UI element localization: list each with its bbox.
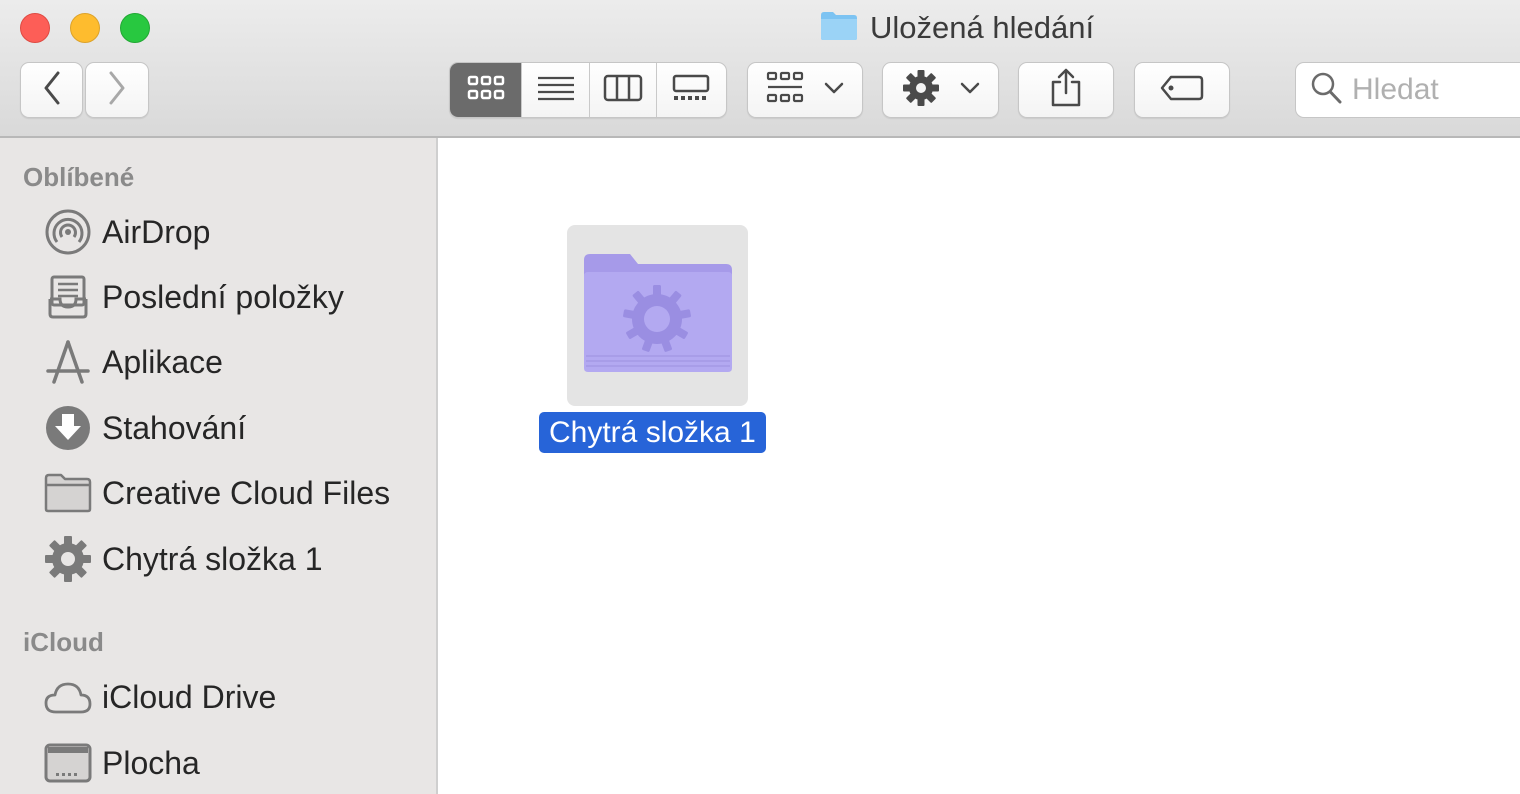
sidebar-item-downloads[interactable]: Stahování — [44, 402, 246, 454]
chevron-left-icon — [42, 71, 62, 110]
sidebar-item-airdrop[interactable]: AirDrop — [44, 206, 210, 258]
forward-button[interactable] — [85, 62, 149, 118]
file-item-label-selected[interactable]: Chytrá složka 1 — [539, 412, 766, 453]
folder-icon — [44, 469, 92, 517]
search-input[interactable] — [1352, 73, 1512, 107]
window-title-area: Uložená hledání — [820, 8, 1094, 48]
close-window-button[interactable] — [20, 13, 50, 43]
gear-icon — [44, 535, 92, 583]
list-view-button[interactable] — [522, 63, 590, 117]
smart-folder-icon — [582, 252, 734, 379]
gallery-icon — [671, 74, 711, 107]
search-field[interactable] — [1295, 62, 1520, 118]
share-button[interactable] — [1018, 62, 1114, 118]
zoom-window-button[interactable] — [120, 13, 150, 43]
sidebar-item-label: Stahování — [102, 409, 247, 446]
sidebar-item-label: Chytrá složka 1 — [102, 540, 323, 577]
applications-icon — [44, 338, 92, 386]
sidebar-item-recents[interactable]: Poslední položky — [44, 271, 344, 323]
group-button[interactable] — [747, 62, 863, 118]
sidebar-item-smart-folder[interactable]: Chytrá složka 1 — [44, 533, 323, 585]
sidebar-item-label: iCloud Drive — [102, 678, 277, 715]
back-button[interactable] — [20, 62, 83, 118]
columns-icon — [603, 74, 643, 107]
gallery-view-button[interactable] — [657, 63, 726, 117]
sidebar-section-icloud: iCloud — [23, 627, 104, 657]
desktop-icon — [44, 739, 92, 787]
file-item-smart-folder[interactable] — [567, 225, 748, 406]
airdrop-icon — [44, 208, 92, 256]
share-icon — [1050, 68, 1082, 113]
sidebar-item-label: Creative Cloud Files — [102, 474, 391, 511]
chevron-down-icon — [960, 81, 980, 99]
sidebar-item-creative-cloud-files[interactable]: Creative Cloud Files — [44, 467, 390, 519]
window-toolbar: Uložená hledání — [0, 0, 1520, 138]
sidebar-item-desktop[interactable]: Plocha — [44, 737, 200, 789]
search-icon — [1310, 71, 1342, 110]
sidebar-item-label: Poslední položky — [102, 278, 344, 315]
sidebar-item-label: Aplikace — [102, 343, 223, 380]
icon-view-button[interactable] — [450, 63, 523, 117]
chevron-right-icon — [107, 71, 127, 110]
chevron-down-icon — [824, 81, 844, 99]
group-grid-icon — [766, 71, 806, 110]
downloads-icon — [44, 404, 92, 452]
sidebar-item-label: AirDrop — [102, 213, 211, 250]
view-mode-control — [449, 62, 727, 118]
column-view-button[interactable] — [590, 63, 657, 117]
minimize-window-button[interactable] — [70, 13, 100, 43]
sidebar-item-applications[interactable]: Aplikace — [44, 336, 223, 388]
icon-grid-icon — [467, 74, 505, 107]
sidebar-item-label: Plocha — [102, 744, 200, 781]
window-title: Uložená hledání — [870, 10, 1095, 45]
list-icon — [537, 74, 575, 107]
sidebar-item-icloud-drive[interactable]: iCloud Drive — [44, 671, 276, 723]
cloud-icon — [44, 673, 92, 721]
sidebar-section-favorites: Oblíbené — [23, 162, 135, 192]
file-browser-content: Chytrá složka 1 — [440, 138, 1520, 794]
gear-icon — [902, 69, 940, 112]
tag-icon — [1159, 74, 1205, 107]
sidebar: Oblíbené AirDrop Poslední položky Aplika… — [0, 138, 438, 794]
tag-button[interactable] — [1134, 62, 1230, 118]
action-button[interactable] — [882, 62, 999, 118]
folder-icon — [820, 11, 858, 46]
recents-icon — [44, 273, 92, 321]
